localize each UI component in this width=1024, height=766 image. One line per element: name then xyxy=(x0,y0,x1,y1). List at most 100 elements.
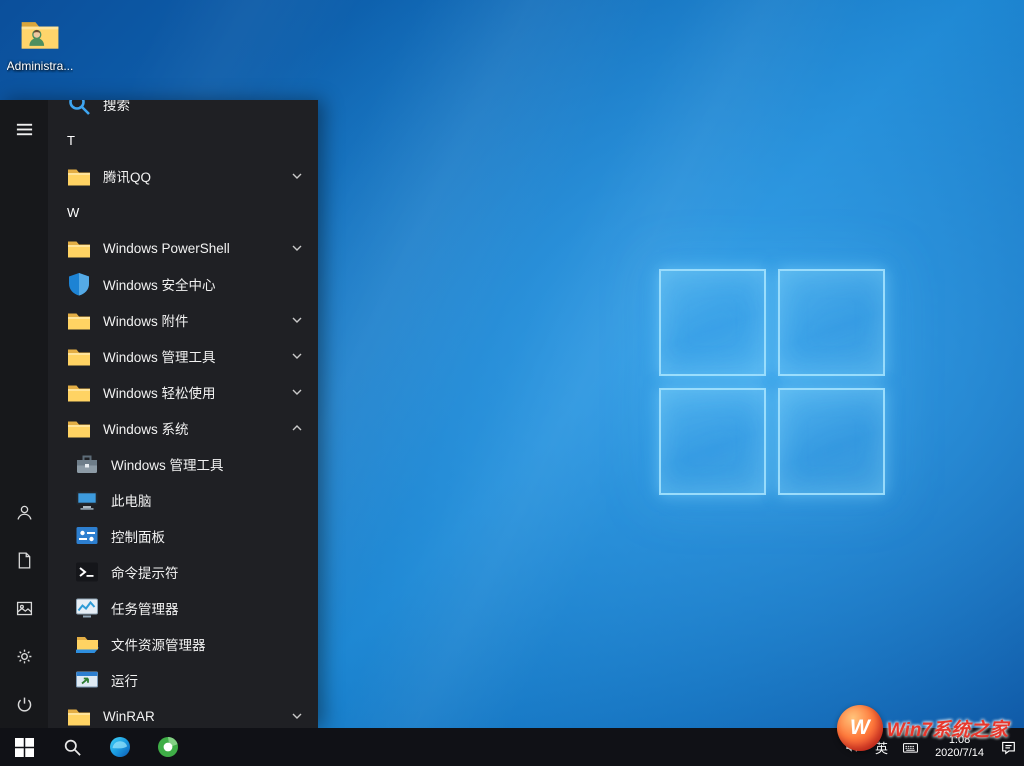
windows-logo-pane xyxy=(659,269,766,376)
app-label: 搜索 xyxy=(103,100,130,114)
start-menu-app-list: 搜索 T 腾讯QQ W Windows PowerShell Windows 安全中心 Wi… xyxy=(48,100,318,728)
start-menu: 搜索 T 腾讯QQ W Windows PowerShell Windows 安全中心 Wi… xyxy=(0,100,318,728)
rail-bottom-group xyxy=(0,488,48,728)
start-item-task-manager[interactable]: 任务管理器 xyxy=(48,590,318,626)
app-label: Windows 附件 xyxy=(103,310,189,330)
app-label: Windows 管理工具 xyxy=(103,346,216,366)
app-label: Windows 管理工具 xyxy=(111,454,224,474)
rail-account-button[interactable] xyxy=(0,488,48,536)
start-item-windows-ease-access[interactable]: Windows 轻松使用 xyxy=(48,374,318,410)
desktop-icon-label: Administra... xyxy=(7,59,74,73)
this-pc-icon xyxy=(74,487,100,513)
document-icon xyxy=(15,551,34,570)
power-icon xyxy=(15,695,34,714)
folder-icon xyxy=(66,415,92,441)
chevron-down-icon[interactable] xyxy=(291,386,303,398)
file-explorer-icon xyxy=(74,631,100,657)
start-item-command-prompt[interactable]: 命令提示符 xyxy=(48,554,318,590)
green-browser-icon xyxy=(156,735,180,759)
app-label: Windows PowerShell xyxy=(103,241,230,256)
section-letter: W xyxy=(67,205,79,220)
folder-icon xyxy=(66,343,92,369)
app-label: 文件资源管理器 xyxy=(111,634,206,654)
start-item-windows-admin-tools[interactable]: Windows 管理工具 xyxy=(48,338,318,374)
ime-language-button[interactable]: 英 xyxy=(868,728,895,766)
clock-time: 1:08 xyxy=(949,734,970,747)
action-center-button[interactable] xyxy=(993,728,1024,766)
search-icon xyxy=(66,100,92,117)
start-section-header-W[interactable]: W xyxy=(48,194,318,230)
start-item-admin-tools[interactable]: Windows 管理工具 xyxy=(48,446,318,482)
start-item-control-panel[interactable]: 控制面板 xyxy=(48,518,318,554)
start-item-winrar[interactable]: WinRAR xyxy=(48,698,318,728)
chevron-down-icon[interactable] xyxy=(291,170,303,182)
start-item-search[interactable]: 搜索 xyxy=(48,100,318,122)
control-panel-icon xyxy=(74,523,100,549)
start-menu-rail xyxy=(0,100,48,728)
chevron-down-icon[interactable] xyxy=(291,242,303,254)
run-icon xyxy=(74,667,100,693)
admin-tools-icon xyxy=(74,451,100,477)
app-label: 控制面板 xyxy=(111,526,165,546)
folder-icon xyxy=(66,307,92,333)
ime-language-label: 英 xyxy=(875,738,888,757)
start-section-header-T[interactable]: T xyxy=(48,122,318,158)
shield-icon xyxy=(66,271,92,297)
taskbar-clock[interactable]: 1:08 2020/7/14 xyxy=(926,728,993,766)
rail-top-group xyxy=(0,105,48,153)
user-folder-icon xyxy=(17,12,63,56)
volume-button[interactable] xyxy=(837,728,868,766)
wallpaper-windows-logo xyxy=(659,269,885,495)
start-logo-icon xyxy=(15,738,34,757)
app-label: 此电脑 xyxy=(111,490,152,510)
start-menu-hamburger-button[interactable] xyxy=(0,105,48,153)
folder-icon xyxy=(66,703,92,728)
section-letter: T xyxy=(67,133,75,148)
app-label: 命令提示符 xyxy=(111,562,179,582)
start-button[interactable] xyxy=(0,728,48,766)
start-item-windows-accessories[interactable]: Windows 附件 xyxy=(48,302,318,338)
pictures-icon xyxy=(15,599,34,618)
app-label: 任务管理器 xyxy=(111,598,179,618)
system-tray: 英 1:08 2020/7/14 xyxy=(837,728,1024,766)
rail-power-button[interactable] xyxy=(0,680,48,728)
search-outline-icon xyxy=(63,738,82,757)
app-label: 腾讯QQ xyxy=(103,166,151,186)
chevron-down-icon[interactable] xyxy=(291,314,303,326)
taskbar-search-button[interactable] xyxy=(48,728,96,766)
start-item-this-pc[interactable]: 此电脑 xyxy=(48,482,318,518)
desktop-icon-administrator[interactable]: Administra... xyxy=(4,12,76,73)
cmd-icon xyxy=(74,559,100,585)
folder-icon xyxy=(66,235,92,261)
taskbar: 英 1:08 2020/7/14 xyxy=(0,728,1024,766)
rail-settings-button[interactable] xyxy=(0,632,48,680)
app-label: Windows 安全中心 xyxy=(103,274,216,294)
start-item-tencent-qq[interactable]: 腾讯QQ xyxy=(48,158,318,194)
app-label: WinRAR xyxy=(103,709,155,724)
gear-icon xyxy=(15,647,34,666)
start-item-file-explorer[interactable]: 文件资源管理器 xyxy=(48,626,318,662)
folder-icon xyxy=(66,379,92,405)
app-label: 运行 xyxy=(111,670,138,690)
start-item-run[interactable]: 运行 xyxy=(48,662,318,698)
start-item-windows-security[interactable]: Windows 安全中心 xyxy=(48,266,318,302)
windows-logo-pane xyxy=(659,388,766,495)
windows-logo-pane xyxy=(778,388,885,495)
user-icon xyxy=(15,503,34,522)
edge-icon xyxy=(108,735,132,759)
chevron-down-icon[interactable] xyxy=(291,710,303,722)
green-browser-button[interactable] xyxy=(144,728,192,766)
volume-icon xyxy=(844,739,861,756)
chevron-up-icon[interactable] xyxy=(291,422,303,434)
rail-documents-button[interactable] xyxy=(0,536,48,584)
touch-keyboard-button[interactable] xyxy=(895,728,926,766)
start-item-windows-powershell[interactable]: Windows PowerShell xyxy=(48,230,318,266)
app-label: Windows 轻松使用 xyxy=(103,382,216,402)
windows-logo-pane xyxy=(778,269,885,376)
clock-date: 2020/7/14 xyxy=(935,747,984,760)
touch-keyboard-icon xyxy=(902,739,919,756)
edge-browser-button[interactable] xyxy=(96,728,144,766)
chevron-down-icon[interactable] xyxy=(291,350,303,362)
rail-pictures-button[interactable] xyxy=(0,584,48,632)
start-item-windows-system[interactable]: Windows 系统 xyxy=(48,410,318,446)
